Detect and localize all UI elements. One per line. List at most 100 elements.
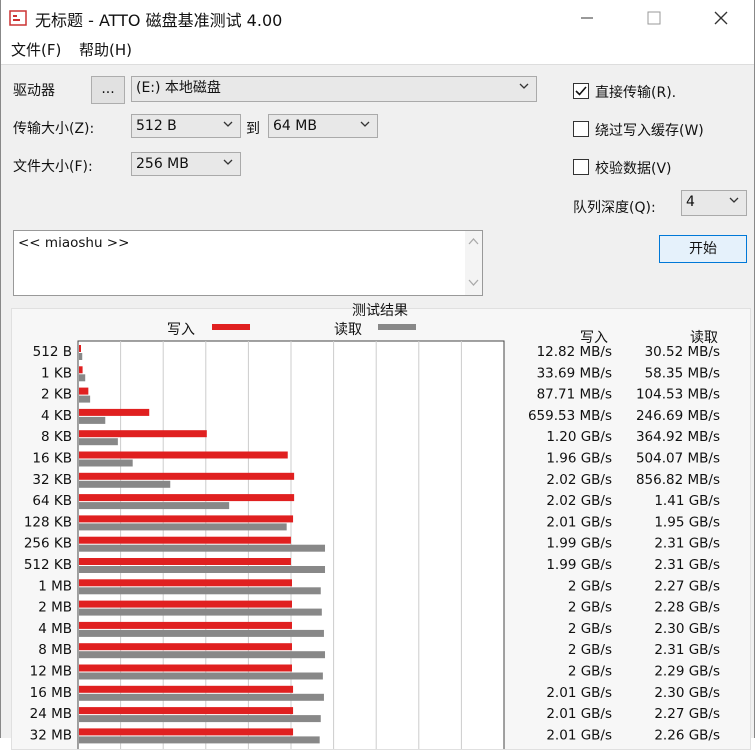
- write-bar: [79, 387, 89, 395]
- read-speed-value: 2.27 GB/s: [654, 706, 720, 722]
- write-speed-value: 87.71 MB/s: [537, 387, 612, 403]
- menu-help[interactable]: 帮助(H): [79, 39, 132, 60]
- read-bar: [79, 395, 91, 403]
- block-size-label: 2 MB: [38, 600, 72, 616]
- drive-label: 驱动器: [13, 83, 55, 99]
- read-bar: [79, 459, 133, 467]
- read-bar: [79, 651, 326, 659]
- block-size-label: 32 KB: [32, 472, 72, 488]
- app-icon: [9, 10, 27, 26]
- write-speed-value: 2.01 GB/s: [546, 685, 612, 701]
- write-bar: [79, 451, 288, 459]
- transfer-from-value: 512 B: [136, 118, 177, 134]
- read-speed-value: 30.52 MB/s: [645, 344, 720, 360]
- read-bar: [79, 693, 324, 701]
- browse-button[interactable]: ...: [91, 76, 125, 104]
- read-speed-value: 58.35 MB/s: [645, 365, 720, 381]
- read-bar: [79, 715, 321, 723]
- verify-label[interactable]: 校验数据(V): [595, 158, 672, 178]
- read-speed-value: 2.27 GB/s: [654, 578, 720, 594]
- menu-bar: 文件(F) 帮助(H): [1, 36, 754, 65]
- close-button[interactable]: [698, 0, 744, 36]
- read-bar: [79, 566, 326, 573]
- write-speed-value: 2.01 GB/s: [546, 727, 612, 743]
- read-bar: [79, 672, 323, 680]
- read-speed-value: 1.95 GB/s: [654, 514, 720, 530]
- transfer-from-select[interactable]: 512 B: [131, 114, 241, 138]
- block-size-label: 4 MB: [38, 621, 72, 637]
- write-bar: [79, 685, 294, 693]
- transfer-to-select[interactable]: 64 MB: [268, 114, 378, 138]
- block-size-label: 8 MB: [38, 642, 72, 658]
- write-speed-value: 2.01 GB/s: [546, 706, 612, 722]
- read-speed-value: 2.30 GB/s: [654, 621, 720, 637]
- start-button[interactable]: 开始: [659, 235, 747, 263]
- write-speed-value: 2 GB/s: [568, 642, 612, 658]
- read-bar: [79, 629, 324, 637]
- read-bar: [79, 608, 322, 616]
- write-speed-value: 2 GB/s: [568, 621, 612, 637]
- file-size-value: 256 MB: [136, 156, 189, 172]
- write-speed-value: 1.96 GB/s: [546, 451, 612, 467]
- chevron-down-icon: [519, 83, 529, 89]
- bypass-cache-checkbox[interactable]: [573, 121, 589, 137]
- read-speed-value: 364.92 MB/s: [636, 429, 720, 445]
- write-speed-value: 2.01 GB/s: [546, 514, 612, 530]
- read-bar: [79, 374, 86, 382]
- write-speed-value: 2 GB/s: [568, 664, 612, 680]
- drive-select[interactable]: (E:) 本地磁盘: [131, 76, 537, 102]
- maximize-icon: [647, 11, 661, 25]
- maximize-button[interactable]: [631, 0, 677, 36]
- queue-depth-label: 队列深度(Q):: [573, 200, 656, 216]
- block-size-label: 64 KB: [32, 493, 72, 509]
- scrollbar[interactable]: [465, 231, 482, 295]
- write-bar: [79, 643, 292, 651]
- read-speed-value: 504.07 MB/s: [636, 451, 720, 467]
- write-bar: [79, 579, 292, 587]
- minimize-button[interactable]: [564, 0, 610, 36]
- app-window: 无标题 - ATTO 磁盘基准测试 4.00 文件(F) 帮助(H) 驱动器 .…: [0, 0, 755, 750]
- read-speed-value: 2.28 GB/s: [654, 600, 720, 616]
- title-bar[interactable]: 无标题 - ATTO 磁盘基准测试 4.00: [1, 0, 754, 36]
- scroll-down-icon[interactable]: [468, 279, 479, 287]
- block-size-label: 4 KB: [41, 408, 72, 424]
- read-speed-value: 2.31 GB/s: [654, 557, 720, 573]
- write-bar: [79, 621, 292, 629]
- block-size-label: 12 MB: [30, 664, 72, 680]
- write-speed-value: 33.69 MB/s: [537, 365, 612, 381]
- write-speed-value: 659.53 MB/s: [528, 408, 612, 424]
- write-bar: [79, 707, 294, 715]
- scroll-up-icon[interactable]: [468, 237, 479, 245]
- description-text: << miaoshu >>: [18, 235, 130, 251]
- block-size-label: 512 B: [33, 344, 72, 360]
- write-bar: [79, 664, 292, 672]
- read-bar: [79, 587, 321, 595]
- write-speed-value: 1.99 GB/s: [546, 536, 612, 552]
- bypass-cache-label[interactable]: 绕过写入缓存(W): [595, 120, 704, 140]
- read-bar: [79, 353, 83, 360]
- chevron-down-icon: [223, 121, 233, 127]
- results-panel: 测试结果 写入 读取 写入 读取 512 B 12.82 MB/s 30.52 MB…: [11, 303, 751, 750]
- read-speed-value: 2.29 GB/s: [654, 664, 720, 680]
- read-bar: [79, 523, 287, 531]
- transfer-size-label: 传输大小(Z):: [13, 121, 95, 137]
- direct-io-checkbox[interactable]: [573, 83, 589, 99]
- chevron-down-icon: [729, 197, 739, 203]
- queue-depth-select[interactable]: 4: [681, 190, 747, 216]
- block-size-label: 32 MB: [30, 727, 72, 743]
- read-speed-value: 1.41 GB/s: [654, 493, 720, 509]
- read-speed-value: 2.31 GB/s: [654, 642, 720, 658]
- block-size-label: 16 KB: [32, 451, 72, 467]
- direct-io-label[interactable]: 直接传输(R).: [595, 82, 676, 102]
- read-bar: [79, 438, 118, 446]
- block-size-label: 24 MB: [30, 706, 72, 722]
- write-bar: [79, 472, 295, 480]
- write-bar: [79, 408, 150, 416]
- write-speed-value: 2.02 GB/s: [546, 493, 612, 509]
- description-textbox[interactable]: << miaoshu >>: [13, 230, 483, 296]
- file-size-select[interactable]: 256 MB: [131, 152, 241, 176]
- menu-file[interactable]: 文件(F): [11, 39, 61, 60]
- read-bar: [79, 736, 320, 744]
- verify-checkbox[interactable]: [573, 159, 589, 175]
- chevron-down-icon: [223, 159, 233, 165]
